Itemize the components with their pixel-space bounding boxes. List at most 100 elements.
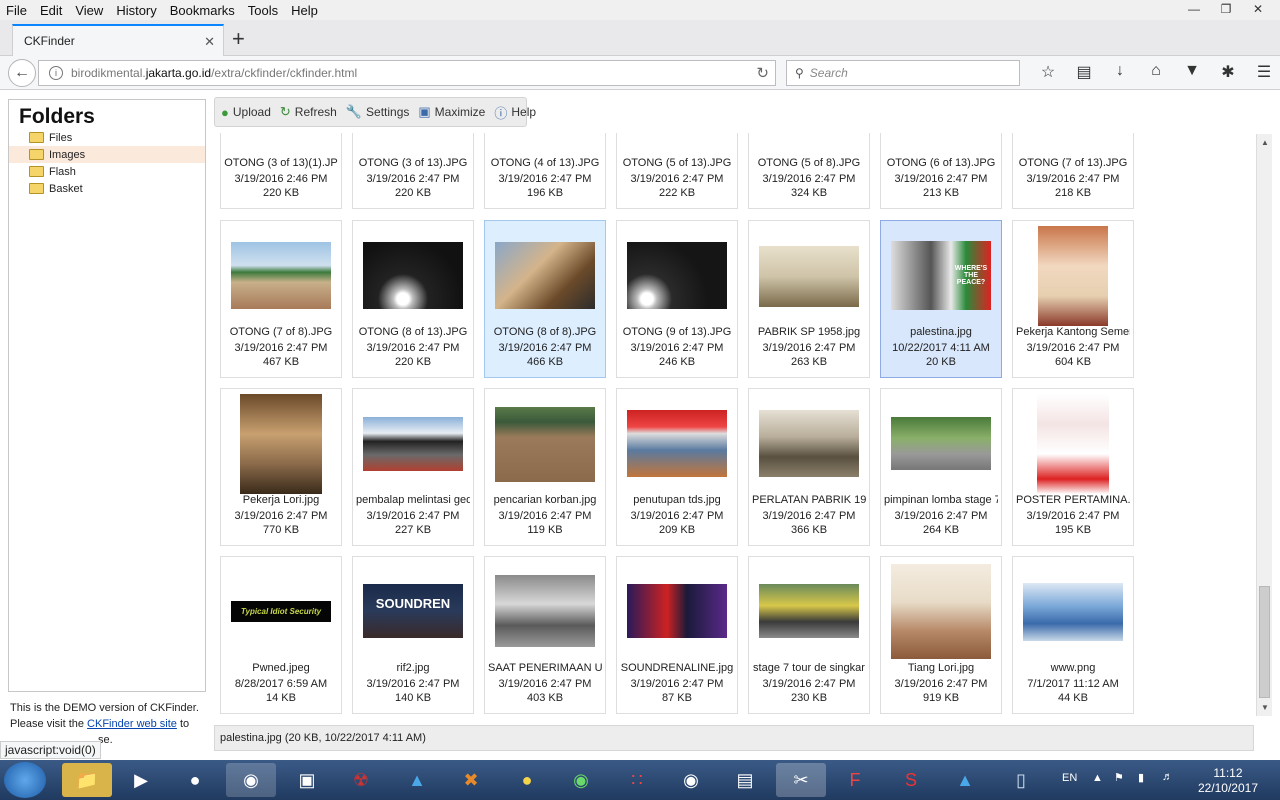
- file-item[interactable]: pembalap melintasi ged 3/19/2016 2:47 PM 2…: [352, 388, 474, 546]
- file-item[interactable]: SOUNDREN rif2.jpg 3/19/2016 2:47 PM 140 KB: [352, 556, 474, 714]
- file-item[interactable]: OTONG (8 of 13).JPG 3/19/2016 2:47 PM 220 …: [352, 220, 474, 378]
- close-tab-icon[interactable]: ✕: [204, 34, 215, 50]
- folder-basket[interactable]: Basket: [9, 180, 205, 197]
- close-icon[interactable]: ✕: [1242, 0, 1274, 18]
- ckfinder-website-link[interactable]: CKFinder web site: [87, 718, 177, 730]
- download-icon[interactable]: ↓: [1102, 62, 1138, 82]
- scroll-down-icon[interactable]: ▼: [1261, 703, 1269, 712]
- back-arrow-icon[interactable]: ←: [8, 59, 36, 87]
- help-button[interactable]: ⓘ Help: [494, 103, 536, 122]
- file-name: www.png: [1050, 662, 1096, 674]
- menu-help[interactable]: Help: [285, 3, 325, 18]
- file-item[interactable]: Tiang Lori.jpg 3/19/2016 2:47 PM 919 KB: [880, 556, 1002, 714]
- wireshark-icon[interactable]: ▲: [940, 763, 990, 797]
- file-item[interactable]: PABRIK SP 1958.jpg 3/19/2016 2:47 PM 263 K…: [748, 220, 870, 378]
- info-icon[interactable]: i: [49, 66, 63, 80]
- file-name: OTONG (8 of 13).JPG: [358, 326, 468, 338]
- menu-view[interactable]: View: [69, 3, 110, 18]
- file-item[interactable]: WHERE'S THE PEACE? palestina.jpg 10/22/20…: [880, 220, 1002, 378]
- extension-icon[interactable]: ✱: [1210, 62, 1246, 82]
- menu-history[interactable]: History: [110, 3, 163, 18]
- file-item[interactable]: OTONG (3 of 13)(1).JP 3/19/2016 2:46 PM 22…: [220, 133, 342, 209]
- file-thumbnail: [627, 242, 727, 309]
- tab-ckfinder[interactable]: CKFinder ✕: [12, 24, 224, 56]
- folder-files[interactable]: Files: [9, 129, 205, 146]
- reader-icon[interactable]: ▤: [1066, 62, 1102, 82]
- vertical-scrollbar[interactable]: ▲ ▼: [1256, 134, 1272, 716]
- file-item[interactable]: OTONG (3 of 13).JPG 3/19/2016 2:47 PM 220 …: [352, 133, 474, 209]
- upload-label: Upload: [232, 105, 271, 119]
- file-item[interactable]: pencarian korban.jpg 3/19/2016 2:47 PM 119…: [484, 388, 606, 546]
- clock[interactable]: 11:12 22/10/2017: [1198, 766, 1258, 796]
- search-box[interactable]: ⚲ Search: [786, 60, 1020, 86]
- file-item[interactable]: OTONG (6 of 13).JPG 3/19/2016 2:47 PM 213 …: [880, 133, 1002, 209]
- xampp-icon[interactable]: ✖: [446, 763, 496, 797]
- file-item[interactable]: OTONG (4 of 13).JPG 3/19/2016 2:47 PM 196 …: [484, 133, 606, 209]
- file-item[interactable]: OTONG (9 of 13).JPG 3/19/2016 2:47 PM 246 …: [616, 220, 738, 378]
- minimize-icon[interactable]: —: [1178, 0, 1210, 18]
- upload-button[interactable]: ● Upload: [221, 105, 271, 120]
- maximize-button[interactable]: ▣ Maximize: [418, 104, 485, 120]
- file-item[interactable]: OTONG (7 of 8).JPG 3/19/2016 2:47 PM 467 K…: [220, 220, 342, 378]
- file-item[interactable]: pimpinan lomba stage 7 3/19/2016 2:47 PM 2…: [880, 388, 1002, 546]
- tor-icon[interactable]: ◉: [666, 763, 716, 797]
- menu-hamburger-icon[interactable]: ☰: [1246, 62, 1280, 82]
- file-item[interactable]: Typical Idiot Security Pwned.jpeg 8/28/20…: [220, 556, 342, 714]
- filezilla-icon[interactable]: F: [830, 763, 880, 797]
- folder-images[interactable]: Images: [9, 146, 205, 163]
- file-item[interactable]: POSTER PERTAMINA.jp 3/19/2016 2:47 PM 195 …: [1012, 388, 1134, 546]
- file-item[interactable]: OTONG (8 of 8).JPG 3/19/2016 2:47 PM 466 K…: [484, 220, 606, 378]
- flag-icon[interactable]: ⚑: [1114, 771, 1124, 784]
- snipping-tool-icon[interactable]: ✂: [776, 763, 826, 797]
- refresh-button[interactable]: ↻ Refresh: [280, 104, 337, 120]
- file-date: 3/19/2016 2:47 PM: [498, 173, 592, 185]
- radiation-icon[interactable]: ☢: [336, 763, 386, 797]
- reload-icon[interactable]: ↻: [756, 64, 769, 82]
- menu-tools[interactable]: Tools: [242, 3, 285, 18]
- eraser-icon[interactable]: ▯: [996, 763, 1046, 797]
- file-item[interactable]: OTONG (5 of 8).JPG 3/19/2016 2:47 PM 324 K…: [748, 133, 870, 209]
- restore-icon[interactable]: ❐: [1210, 0, 1242, 18]
- network-icon[interactable]: ◉: [556, 763, 606, 797]
- python-icon[interactable]: ●: [502, 763, 552, 797]
- shark-icon[interactable]: ▲: [392, 763, 442, 797]
- bookmark-star-icon[interactable]: ☆: [1030, 62, 1066, 82]
- file-item[interactable]: SOUNDRENALINE.jpg 3/19/2016 2:47 PM 87 KB: [616, 556, 738, 714]
- language-indicator[interactable]: EN: [1062, 772, 1077, 784]
- demo-line-2: Please visit the: [10, 718, 84, 730]
- scroll-up-icon[interactable]: ▲: [1261, 138, 1269, 147]
- pocket-icon[interactable]: ▼: [1174, 62, 1210, 82]
- folder-flash[interactable]: Flash: [9, 163, 205, 180]
- file-item[interactable]: www.png 7/1/2017 11:12 AM 44 KB: [1012, 556, 1134, 714]
- file-grid: OTONG (3 of 13)(1).JP 3/19/2016 2:46 PM 22…: [214, 133, 1254, 715]
- settings-button[interactable]: 🔧 Settings: [346, 104, 410, 120]
- start-button-icon[interactable]: [4, 762, 46, 798]
- file-item[interactable]: Pekerja Lori.jpg 3/19/2016 2:47 PM 770 KB: [220, 388, 342, 546]
- file-item[interactable]: Pekerja Kantong Semen 3/19/2016 2:47 PM 60…: [1012, 220, 1134, 378]
- tray-expand-icon[interactable]: ▲: [1092, 772, 1103, 784]
- file-item[interactable]: PERLATAN PABRIK 191 3/19/2016 2:47 PM 366 …: [748, 388, 870, 546]
- scrollbar-thumb[interactable]: [1259, 586, 1270, 698]
- app-s-icon[interactable]: S: [886, 763, 936, 797]
- signal-icon[interactable]: ▮: [1138, 771, 1144, 784]
- media-player-icon[interactable]: ▶: [116, 763, 166, 797]
- menu-edit[interactable]: Edit: [34, 3, 69, 18]
- firefox-icon[interactable]: ◉: [226, 763, 276, 797]
- file-item[interactable]: OTONG (7 of 13).JPG 3/19/2016 2:47 PM 218 …: [1012, 133, 1134, 209]
- file-item[interactable]: OTONG (5 of 13).JPG 3/19/2016 2:47 PM 222 …: [616, 133, 738, 209]
- explorer-icon[interactable]: 📁: [62, 763, 112, 797]
- thumbnail-text: Typical Idiot Security: [240, 607, 322, 616]
- volume-icon[interactable]: ♬: [1162, 771, 1173, 783]
- menu-file[interactable]: File: [0, 3, 34, 18]
- file-item[interactable]: penutupan tds.jpg 3/19/2016 2:47 PM 209 KB: [616, 388, 738, 546]
- url-bar[interactable]: i birodikmental. jakarta.go.id/extra/ckfi…: [38, 60, 776, 86]
- menu-bookmarks[interactable]: Bookmarks: [164, 3, 242, 18]
- app-icon[interactable]: ▣: [282, 763, 332, 797]
- dots-icon[interactable]: ∷: [612, 763, 662, 797]
- notepad-icon[interactable]: ▤: [720, 763, 770, 797]
- home-icon[interactable]: ⌂: [1138, 62, 1174, 82]
- file-item[interactable]: SAAT PENERIMAAN UP 3/19/2016 2:47 PM 403 K…: [484, 556, 606, 714]
- chrome-icon[interactable]: ●: [170, 763, 220, 797]
- file-item[interactable]: stage 7 tour de singkar 3/19/2016 2:47 PM…: [748, 556, 870, 714]
- new-tab-icon[interactable]: +: [232, 26, 245, 52]
